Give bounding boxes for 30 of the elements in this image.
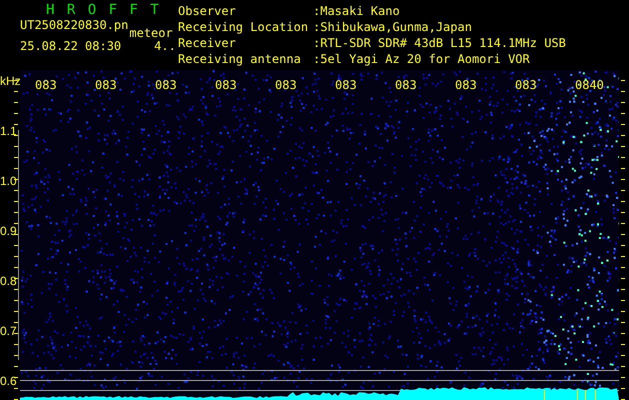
time-label: 083 — [515, 78, 537, 92]
axis-label: 0.8 — [0, 274, 17, 288]
axis-label: 0.6 — [0, 374, 17, 388]
time-label: 083 — [155, 78, 177, 92]
info-value: :Masaki Kano — [313, 6, 401, 20]
info-label: Observer — [178, 6, 237, 20]
axis-label: 1.1 — [0, 124, 17, 138]
time-label: 083 — [335, 78, 357, 92]
time-label: 083 — [395, 78, 417, 92]
info-value: :Shibukawa,Gunma,Japan — [313, 22, 473, 36]
info-label: Receiving antenna — [178, 54, 302, 68]
info-label: Receiver — [178, 38, 237, 52]
date-time: 25.08.22 08:30 — [20, 41, 122, 52]
count-label: 4.. — [154, 41, 176, 52]
axis-label: 1.0 — [0, 174, 17, 188]
time-label: 083 — [455, 78, 477, 92]
file-name: UT2508220830.pn — [20, 20, 128, 34]
axis-label: 0.9 — [0, 224, 17, 238]
info-value: :RTL-SDR SDR# 43dB L15 114.1MHz USB — [313, 38, 566, 52]
time-label: 083 — [35, 78, 57, 92]
info-value: :5el Yagi Az 20 for Aomori VOR — [313, 54, 531, 68]
time-label: 0840 — [575, 78, 604, 92]
info-label: Receiving Location — [178, 22, 310, 36]
time-label: 083 — [275, 78, 297, 92]
time-label: 083 — [95, 78, 117, 92]
unit-label: kHz — [0, 74, 21, 88]
axis-label: 0.7 — [0, 324, 17, 338]
time-label: 083 — [215, 78, 237, 92]
mode-label: meteor — [129, 28, 173, 39]
app-title: H R O F F T — [46, 5, 162, 19]
